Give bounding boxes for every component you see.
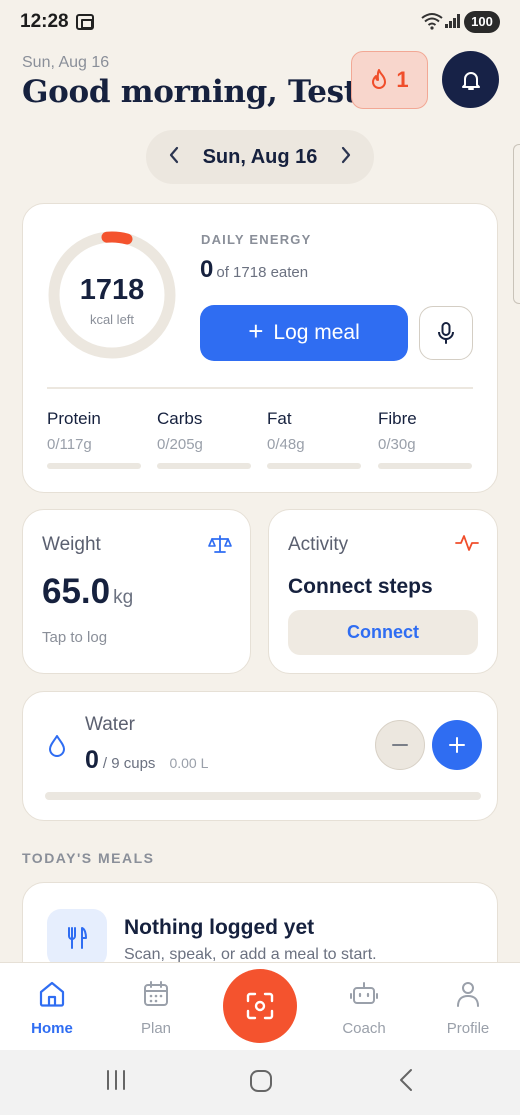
macro-name: Protein (47, 409, 101, 428)
macro-progress-bar (157, 463, 251, 469)
nav-profile[interactable]: Profile (428, 979, 508, 1037)
date-navigator: Sun, Aug 16 (146, 130, 374, 184)
chevron-left-icon[interactable] (168, 144, 180, 170)
macro-value: 0/205g (157, 436, 203, 453)
log-meal-button[interactable]: + Log meal (200, 305, 408, 361)
water-progress-bar (45, 792, 481, 800)
bottom-nav: Home Plan Coach Profile (0, 962, 520, 1050)
tap-to-log-hint: Tap to log (42, 629, 108, 646)
minus-icon (392, 744, 408, 746)
nav-home[interactable]: Home (12, 979, 92, 1037)
home-icon (39, 981, 65, 1007)
macro-carbs: Carbs 0/205g (157, 409, 251, 469)
header-date: Sun, Aug 16 (22, 54, 110, 71)
water-goal: / 9 cups (102, 755, 156, 772)
macro-fibre: Fibre 0/30g (378, 409, 472, 469)
status-time: 12:28 (20, 11, 69, 32)
daily-energy-title: DAILY ENERGY (201, 232, 312, 247)
pulse-icon (455, 535, 479, 551)
voice-log-button[interactable] (419, 306, 473, 360)
weight-title: Weight (42, 534, 101, 555)
person-icon (457, 982, 479, 1007)
water-count: 0 (85, 746, 99, 774)
macro-progress-bar (267, 463, 361, 469)
nav-coach[interactable]: Coach (324, 979, 404, 1037)
plus-icon (449, 737, 465, 753)
nav-label: Home (31, 1020, 73, 1037)
eaten-suffix: of 1718 eaten (216, 264, 309, 281)
weight-card[interactable]: Weight 65.0 kg Tap to log (22, 509, 251, 674)
daily-energy-card: 1718 kcal left DAILY ENERGY 0 of 1718 eat… (22, 203, 498, 493)
nav-label: Coach (342, 1020, 386, 1037)
streak-badge[interactable]: 1 (351, 51, 428, 109)
macro-protein: Protein 0/117g (47, 409, 141, 469)
battery-indicator: 100 (464, 11, 500, 33)
flame-icon (372, 69, 387, 89)
water-title: Water (85, 714, 135, 735)
screen-cast-icon (76, 14, 94, 30)
decrease-water-button[interactable] (375, 720, 425, 770)
kcal-left-label: kcal left (89, 312, 135, 327)
microphone-icon (438, 322, 454, 344)
macro-value: 0/30g (378, 436, 416, 453)
energy-eaten: 0 of 1718 eaten (200, 256, 308, 284)
scan-button[interactable] (223, 969, 297, 1043)
side-drawer-handle[interactable] (513, 144, 520, 304)
increase-water-button[interactable] (432, 720, 482, 770)
wifi-icon (421, 12, 443, 34)
meal-icon-box (47, 909, 107, 967)
scan-icon (246, 992, 274, 1020)
scale-icon (208, 535, 232, 553)
water-count-row: 0/ 9 cups 0.00 L (85, 746, 208, 775)
water-card: Water 0/ 9 cups 0.00 L (22, 691, 498, 821)
streak-count: 1 (396, 67, 409, 92)
nav-label: Plan (140, 1020, 172, 1037)
recents-icon[interactable] (104, 1068, 128, 1097)
system-nav-bar (0, 1050, 520, 1115)
activity-title: Activity (288, 534, 349, 555)
calendar-icon (144, 981, 168, 1006)
robot-icon (350, 982, 378, 1004)
kcal-left-value: 1718 (79, 274, 145, 306)
macro-value: 0/117g (47, 436, 92, 453)
chevron-right-icon[interactable] (340, 144, 352, 170)
eaten-value: 0 (200, 256, 214, 283)
utensils-icon (68, 927, 87, 949)
macro-fat: Fat 0/48g (267, 409, 361, 469)
todays-meals-title: TODAY'S MEALS (22, 850, 155, 866)
macro-name: Carbs (157, 409, 203, 428)
notifications-button[interactable] (442, 51, 499, 108)
back-icon[interactable] (398, 1068, 414, 1097)
log-meal-label: Log meal (273, 321, 360, 344)
signal-icon (445, 14, 461, 28)
nav-label: Profile (446, 1020, 490, 1037)
macro-name: Fibre (378, 409, 417, 428)
weight-value-row: 65.0 kg (42, 572, 133, 612)
weight-value: 65.0 (42, 572, 111, 611)
macro-value: 0/48g (267, 436, 305, 453)
connect-steps-heading: Connect steps (288, 575, 433, 598)
nav-plan[interactable]: Plan (116, 979, 196, 1037)
macro-progress-bar (378, 463, 472, 469)
plus-icon: + (248, 316, 264, 346)
connect-button[interactable]: Connect (288, 610, 478, 655)
divider (47, 387, 473, 389)
activity-card: Activity Connect steps Connect (268, 509, 498, 674)
macro-progress-bar (47, 463, 141, 469)
water-liters: 0.00 L (169, 755, 209, 771)
greeting-title: Good morning, Test (22, 74, 358, 110)
macro-name: Fat (267, 409, 292, 428)
date-nav-label[interactable]: Sun, Aug 16 (203, 146, 318, 169)
status-bar: 12:28 100 (0, 0, 520, 44)
water-drop-icon (49, 735, 65, 757)
meals-empty-title: Nothing logged yet (124, 916, 315, 939)
weight-unit: kg (113, 587, 134, 608)
home-circle-icon[interactable] (248, 1068, 274, 1099)
bell-icon (461, 71, 480, 90)
